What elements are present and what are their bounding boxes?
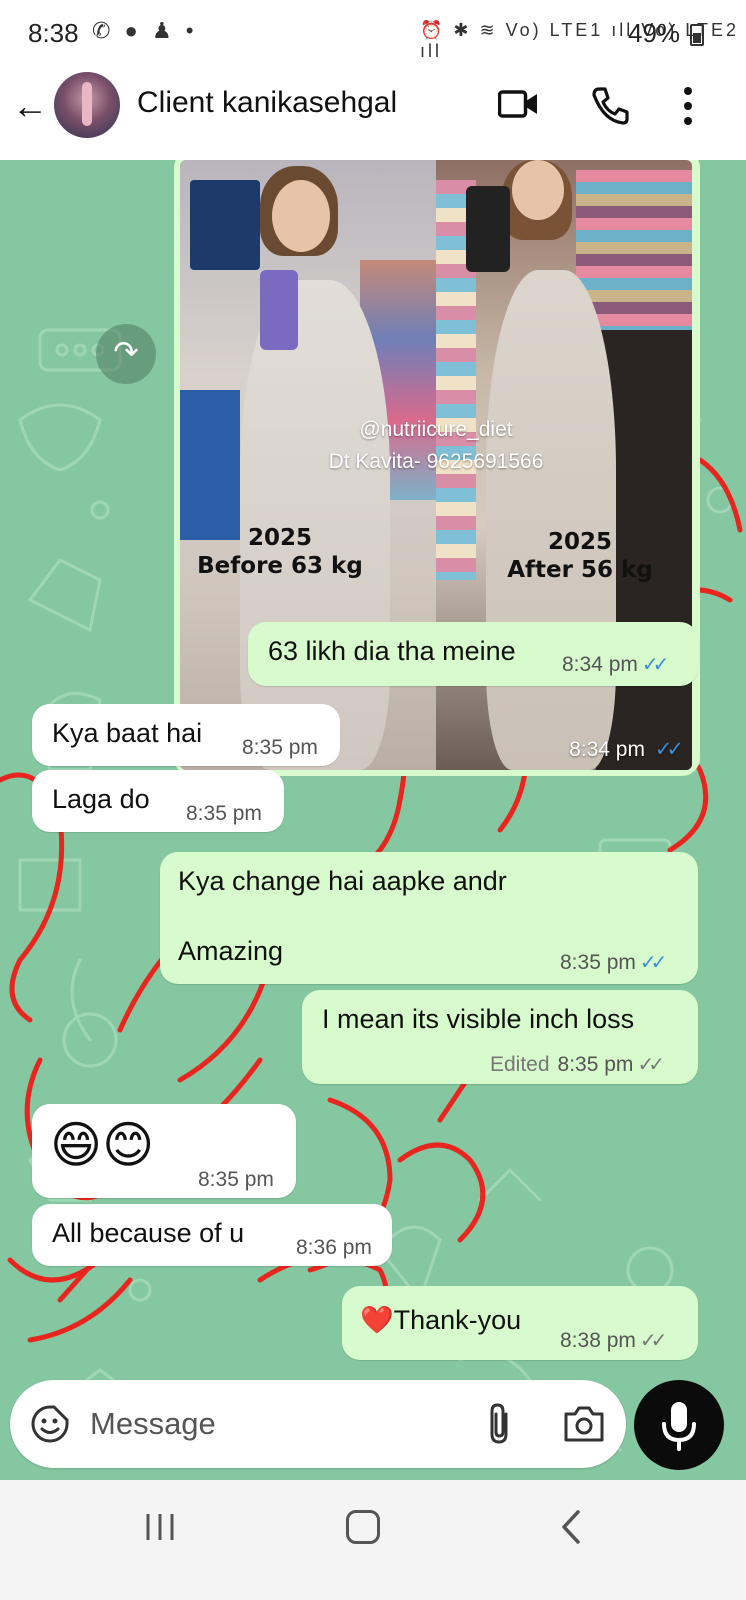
message-meta: 8:35 pm ✓✓ xyxy=(560,951,667,974)
chat-header: ← Client kanikasehgal xyxy=(0,66,746,160)
camera-icon[interactable] xyxy=(562,1404,606,1444)
message-emoji: 😄😊 xyxy=(50,1116,155,1174)
read-ticks-icon: ✓✓ xyxy=(654,738,684,761)
message-time: 8:35 pm xyxy=(242,736,318,759)
message-text: All because of u xyxy=(52,1218,245,1248)
contact-name[interactable]: Client kanikasehgal xyxy=(137,86,397,120)
before-caption-year: 2025 xyxy=(247,525,312,551)
message-time: 8:34 pm ✓✓ xyxy=(569,738,684,761)
notification-icons: ✆ ● ♟ • xyxy=(92,18,198,43)
system-navigation-bar xyxy=(0,1480,746,1600)
after-caption-year: 2025 xyxy=(547,529,612,555)
microphone-icon xyxy=(662,1402,696,1451)
watermark-handle: @nutriicure_diet xyxy=(359,418,513,441)
message-input[interactable] xyxy=(90,1402,470,1446)
message-meta: 8:34 pm ✓✓ xyxy=(562,653,669,676)
sticker-emoji-icon[interactable] xyxy=(30,1404,70,1444)
message-text: ❤️Thank-you xyxy=(360,1305,522,1335)
back-arrow-icon[interactable]: ← xyxy=(12,86,52,126)
home-icon[interactable] xyxy=(346,1510,380,1544)
read-ticks-icon: ✓✓ xyxy=(639,952,667,974)
sent-ticks-icon: ✓✓ xyxy=(639,1330,667,1352)
message-text: 63 likh dia tha meine xyxy=(268,636,516,666)
message-composer xyxy=(10,1380,626,1468)
message-bubble-outgoing[interactable]: I mean its visible inch loss Edited 8:35 … xyxy=(302,990,698,1084)
message-bubble-outgoing[interactable]: Kya change hai aapke andr Amazing 8:35 p… xyxy=(160,852,698,984)
more-options-icon[interactable] xyxy=(680,86,696,126)
message-text-line2: Amazing xyxy=(178,936,284,966)
video-call-icon[interactable] xyxy=(498,88,538,120)
microphone-button[interactable] xyxy=(634,1380,724,1470)
message-text: Laga do xyxy=(52,784,150,814)
message-bubble-incoming[interactable]: Laga do 8:35 pm xyxy=(32,770,284,832)
status-time: 8:38 xyxy=(28,18,79,48)
message-text: Kya baat hai xyxy=(52,718,203,748)
battery-icon xyxy=(690,24,704,46)
chat-area[interactable]: @nutriicure_diet Dt Kavita- 9625691566 2… xyxy=(0,160,746,1480)
watermark-contact: Dt Kavita- 9625691566 xyxy=(328,450,544,473)
message-meta: 8:38 pm ✓✓ xyxy=(560,1329,667,1352)
sent-ticks-icon: ✓✓ xyxy=(637,1054,664,1076)
battery-percentage: 49% xyxy=(628,18,681,48)
edited-label: Edited xyxy=(490,1053,550,1076)
message-text-line1: Kya change hai aapke andr xyxy=(178,866,507,896)
message-text: I mean its visible inch loss xyxy=(322,1004,635,1034)
message-bubble-incoming[interactable]: All because of u 8:36 pm xyxy=(32,1204,392,1266)
message-time: 8:36 pm xyxy=(296,1236,372,1259)
paperclip-icon[interactable] xyxy=(480,1402,520,1446)
message-bubble-outgoing[interactable]: 63 likh dia tha meine 8:34 pm ✓✓ xyxy=(248,622,698,686)
before-caption-label: Before 63 kg xyxy=(197,553,363,579)
message-bubble-incoming[interactable]: Kya baat hai 8:35 pm xyxy=(32,704,340,766)
before-caption: 2025 Before 63 kg xyxy=(190,524,370,580)
forward-icon[interactable]: ↷ xyxy=(96,324,156,384)
message-bubble-incoming[interactable]: 😄😊 8:35 pm xyxy=(32,1104,296,1198)
message-meta: Edited 8:35 pm ✓✓ xyxy=(490,1053,665,1076)
after-caption-label: After 56 kg xyxy=(507,557,653,583)
read-ticks-icon: ✓✓ xyxy=(641,654,669,676)
after-caption: 2025 After 56 kg xyxy=(500,528,660,584)
message-bubble-outgoing[interactable]: ❤️Thank-you 8:38 pm ✓✓ xyxy=(342,1286,698,1360)
recent-apps-icon[interactable] xyxy=(142,1510,178,1544)
back-chevron-icon[interactable] xyxy=(556,1508,586,1546)
voice-call-icon[interactable] xyxy=(590,86,630,126)
status-bar: 8:38 ✆ ● ♟ • ⏰ ✱ ≋ Vo) LTE1 ıll Vo) LTE2… xyxy=(0,0,746,66)
message-time: 8:35 pm xyxy=(186,802,262,825)
message-time: 8:35 pm xyxy=(198,1168,274,1191)
contact-avatar[interactable] xyxy=(54,72,120,138)
